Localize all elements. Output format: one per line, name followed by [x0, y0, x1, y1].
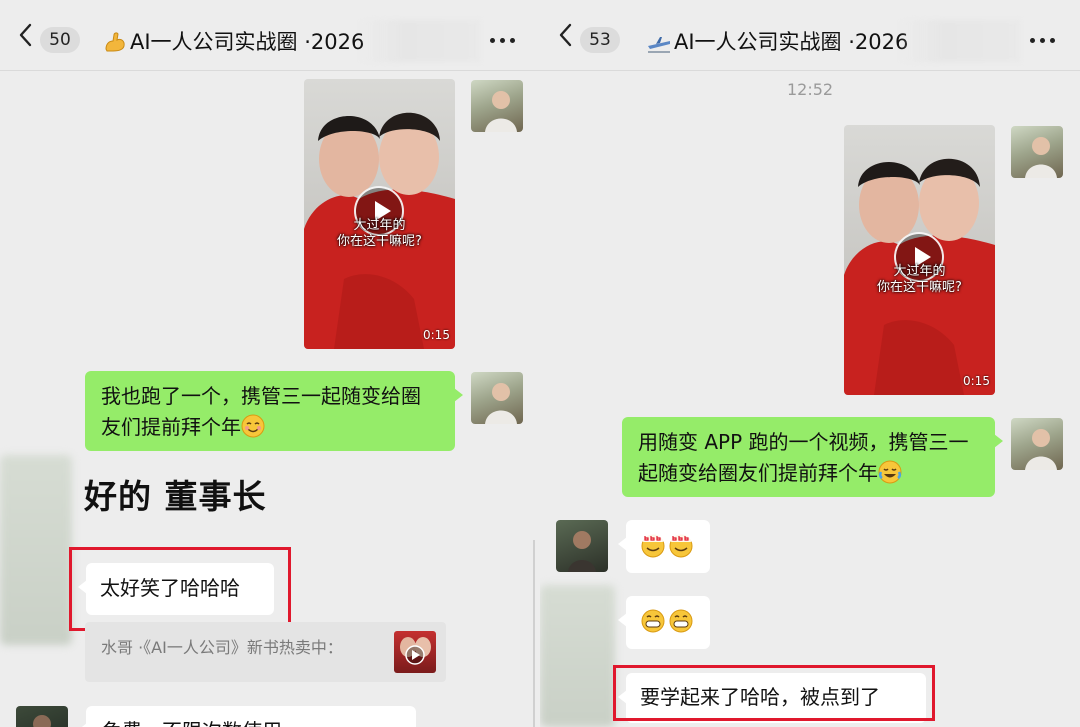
self-avatar[interactable] — [471, 80, 523, 132]
grin-emoji-icon — [668, 608, 694, 634]
grin-emoji-icon — [640, 608, 666, 634]
message-text: 免费，不限次数使用 — [102, 719, 282, 727]
self-message-bubble[interactable]: 用随变 APP 跑的一个视频，携管三一起随变给圈友们提前拜个年 — [622, 417, 1003, 497]
video-caption: 大过年的 你在这干嘛呢? — [877, 264, 962, 295]
unread-count-badge[interactable]: 50 — [40, 27, 80, 53]
group-title[interactable]: AI一人公司实战圈 ·2026 — [646, 26, 936, 58]
message-timestamp: 12:52 — [787, 80, 834, 99]
self-avatar[interactable] — [1011, 418, 1063, 470]
highlight-box — [69, 547, 291, 631]
video-duration: 0:15 — [963, 374, 990, 388]
self-avatar[interactable] — [471, 372, 523, 424]
emoji-message-bubble[interactable] — [618, 596, 710, 649]
other-avatar[interactable] — [16, 706, 68, 727]
flexed-biceps-icon — [102, 29, 128, 55]
blurred-title-overlay — [360, 20, 480, 62]
video-message[interactable]: 大过年的 你在这干嘛呢? 0:15 — [844, 125, 995, 395]
unread-count-badge[interactable]: 53 — [580, 27, 620, 53]
scrollbar[interactable] — [533, 540, 535, 727]
666-emoji-icon — [668, 532, 694, 558]
chat-header: 50 AI一人公司实战圈 ·2026 — [0, 0, 540, 71]
right-chat-pane: 53 AI一人公司实战圈 ·2026 12:52 大过年的 你在这干嘛呢? 0:… — [540, 0, 1080, 727]
message-text: 用随变 APP 跑的一个视频，携管三一起随变给圈友们提前拜个年 — [638, 430, 969, 485]
left-chat-pane: 50 AI一人公司实战圈 ·2026 大过年的 你在这干嘛呢? 0:15 我也跑… — [0, 0, 540, 727]
emoji-message-bubble[interactable] — [618, 520, 710, 573]
blurred-avatar — [540, 585, 615, 727]
back-icon[interactable] — [18, 23, 32, 47]
tears-of-joy-emoji-icon — [878, 460, 902, 484]
back-icon[interactable] — [558, 23, 572, 47]
group-title-text: AI一人公司实战圈 ·2026 — [130, 30, 365, 54]
blurred-avatar — [0, 455, 72, 645]
more-icon[interactable] — [490, 37, 518, 45]
other-message-bubble[interactable]: 免费，不限次数使用 — [78, 706, 416, 727]
quote-video-thumbnail[interactable] — [394, 631, 436, 673]
blurred-title-overlay — [900, 20, 1020, 62]
other-avatar[interactable] — [556, 520, 608, 572]
video-caption: 大过年的 你在这干嘛呢? — [337, 218, 422, 249]
group-title[interactable]: AI一人公司实战圈 ·2026 — [102, 26, 392, 58]
group-title-text: AI一人公司实战圈 ·2026 — [674, 30, 909, 54]
chat-header: 53 AI一人公司实战圈 ·2026 — [540, 0, 1080, 71]
large-text-message: 好的 董事长 — [84, 477, 267, 516]
highlight-box — [613, 665, 935, 721]
video-duration: 0:15 — [423, 328, 450, 342]
self-message-bubble[interactable]: 我也跑了一个，携管三一起随变给圈友们提前拜个年 — [85, 371, 463, 451]
more-icon[interactable] — [1030, 37, 1058, 45]
quoted-message[interactable]: 水哥 ·《AI一人公司》新书热卖中： — [85, 622, 446, 682]
quote-text: 水哥 ·《AI一人公司》新书热卖中： — [101, 638, 343, 657]
video-message[interactable]: 大过年的 你在这干嘛呢? 0:15 — [304, 79, 455, 349]
airplane-icon — [646, 29, 672, 55]
666-emoji-icon — [640, 532, 666, 558]
blush-emoji-icon — [241, 414, 265, 438]
self-avatar[interactable] — [1011, 126, 1063, 178]
